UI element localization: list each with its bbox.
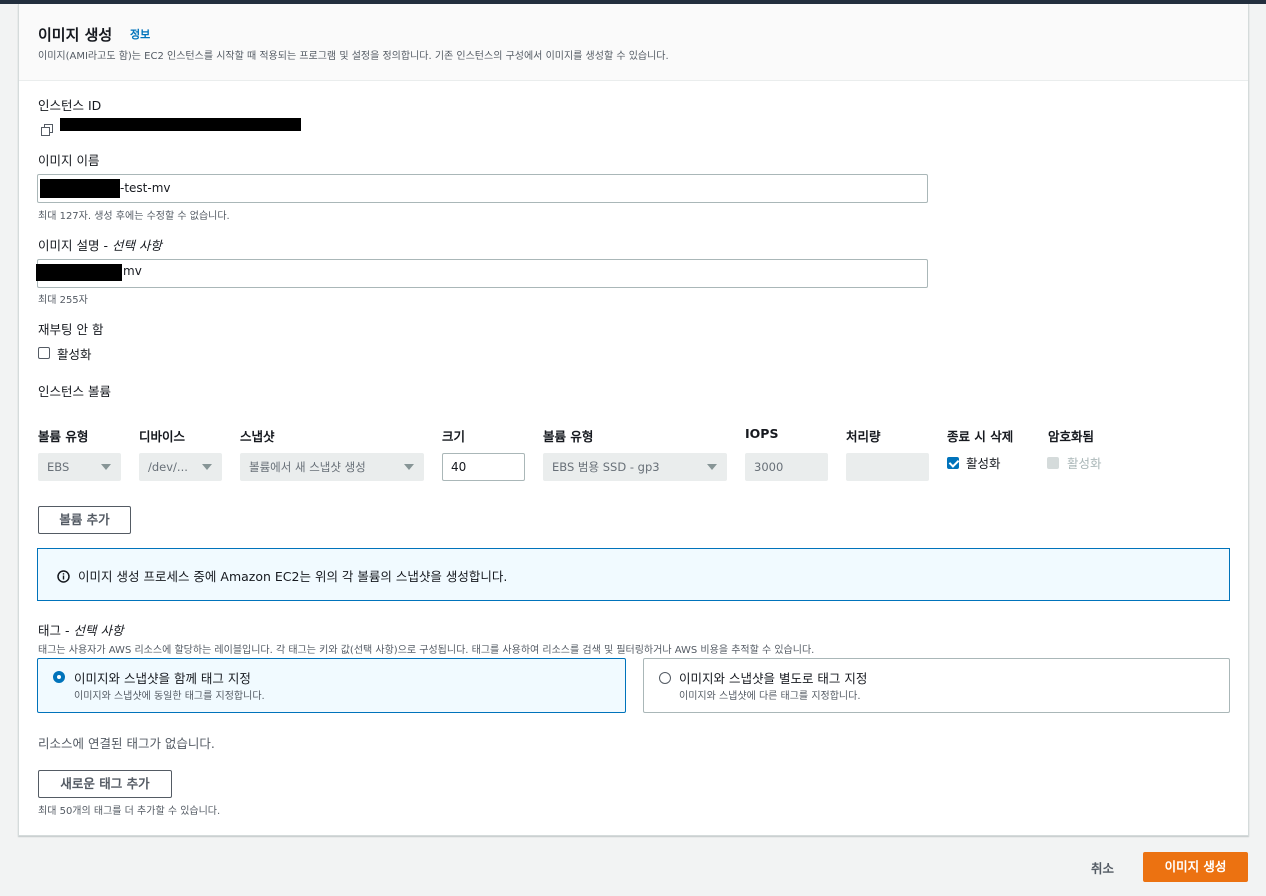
image-description-label: 이미지 설명 - 선택 사항 [38,238,162,253]
tag-together-radio[interactable] [53,671,65,683]
create-image-button[interactable]: 이미지 생성 [1143,852,1248,882]
no-reboot-checkbox[interactable] [38,347,50,359]
delete-on-termination-checkbox[interactable] [947,457,959,469]
tag-separate-desc: 이미지와 스냅샷에 다른 태그를 지정합니다. [679,691,861,702]
column-device: 디바이스 [139,429,186,444]
instance-volumes-title: 인스턴스 볼륨 [38,384,111,399]
tag-limit-hint: 최대 50개의 태그를 더 추가할 수 있습니다. [38,806,221,817]
info-icon [57,568,70,583]
tags-label: 태그 - 선택 사항 [38,623,124,638]
ebs-volume-type-select: EBS 범용 SSD - gp3 [543,453,727,481]
throughput-input [846,453,929,481]
column-throughput: 처리량 [846,429,881,444]
tag-together-desc: 이미지와 스냅샷에 동일한 태그를 지정합니다. [74,691,265,702]
tag-together-title: 이미지와 스냅샷을 함께 태그 지정 [74,671,251,686]
no-reboot-checkbox-label[interactable]: 활성화 [57,344,92,363]
column-ebs-volume-type: 볼륨 유형 [543,429,594,444]
volume-type-select: EBS [38,453,121,481]
column-encrypted: 암호화됨 [1048,429,1095,444]
encrypted-label: 활성화 [1067,456,1102,471]
image-description-hint: 최대 255자 [38,295,88,306]
tag-separate-option[interactable]: 이미지와 스냅샷을 별도로 태그 지정 이미지와 스냅샷에 다른 태그를 지정합… [643,658,1230,713]
tag-separate-title: 이미지와 스냅샷을 별도로 태그 지정 [679,671,868,686]
chevron-down-icon [101,464,111,470]
tag-together-option[interactable]: 이미지와 스냅샷을 함께 태그 지정 이미지와 스냅샷에 동일한 태그를 지정합… [37,658,626,713]
tag-separate-radio[interactable] [659,672,671,684]
chevron-down-icon [202,464,212,470]
delete-on-termination-label[interactable]: 활성화 [966,453,1001,472]
chevron-down-icon [404,464,414,470]
image-description-input[interactable]: mv [36,259,928,288]
iops-input: 3000 [745,453,828,481]
image-name-redacted [40,179,120,198]
copy-icon[interactable] [41,121,53,136]
encrypted-checkbox [1047,457,1059,469]
image-name-input[interactable]: -test-mv [37,174,928,203]
create-image-panel: 이미지 생성 정보 이미지(AMI라고도 함)는 EC2 인스턴스를 시작할 때… [18,4,1249,836]
instance-id-label: 인스턴스 ID [38,98,102,113]
image-name-label: 이미지 이름 [38,153,100,168]
page-title: 이미지 생성 [38,26,113,44]
info-link[interactable]: 정보 [130,26,150,42]
device-select: /dev/... [139,453,222,481]
info-alert: 이미지 생성 프로세스 중에 Amazon EC2는 위의 각 볼륨의 스냅샷을… [37,548,1230,601]
column-iops: IOPS [745,426,779,441]
tags-description: 태그는 사용자가 AWS 리소스에 할당하는 레이블입니다. 각 태그는 키와 … [38,645,815,656]
no-tags-text: 리소스에 연결된 태그가 없습니다. [38,736,215,751]
alert-text: 이미지 생성 프로세스 중에 Amazon EC2는 위의 각 볼륨의 스냅샷을… [78,569,508,584]
image-name-value: -test-mv [120,181,171,195]
chevron-down-icon [707,464,717,470]
instance-id-redacted [60,118,301,131]
snapshot-select: 볼륨에서 새 스냅샷 생성 [240,453,424,481]
column-volume-type: 볼륨 유형 [38,429,89,444]
image-description-value: mv [123,264,142,278]
page-description: 이미지(AMI라고도 함)는 EC2 인스턴스를 시작할 때 적용되는 프로그램… [38,51,669,62]
add-volume-button[interactable]: 볼륨 추가 [38,506,131,534]
column-snapshot: 스냅샷 [240,429,275,444]
no-reboot-label: 재부팅 안 함 [38,322,104,337]
image-name-hint: 최대 127자. 생성 후에는 수정할 수 없습니다. [38,211,230,222]
image-description-redacted [36,264,122,281]
column-delete-on-termination: 종료 시 삭제 [947,429,1014,444]
add-tag-button[interactable]: 새로운 태그 추가 [38,770,172,798]
column-size: 크기 [442,429,466,444]
size-input[interactable]: 40 [442,453,525,481]
cancel-button[interactable]: 취소 [1091,858,1114,877]
panel-header: 이미지 생성 정보 이미지(AMI라고도 함)는 EC2 인스턴스를 시작할 때… [19,4,1248,81]
